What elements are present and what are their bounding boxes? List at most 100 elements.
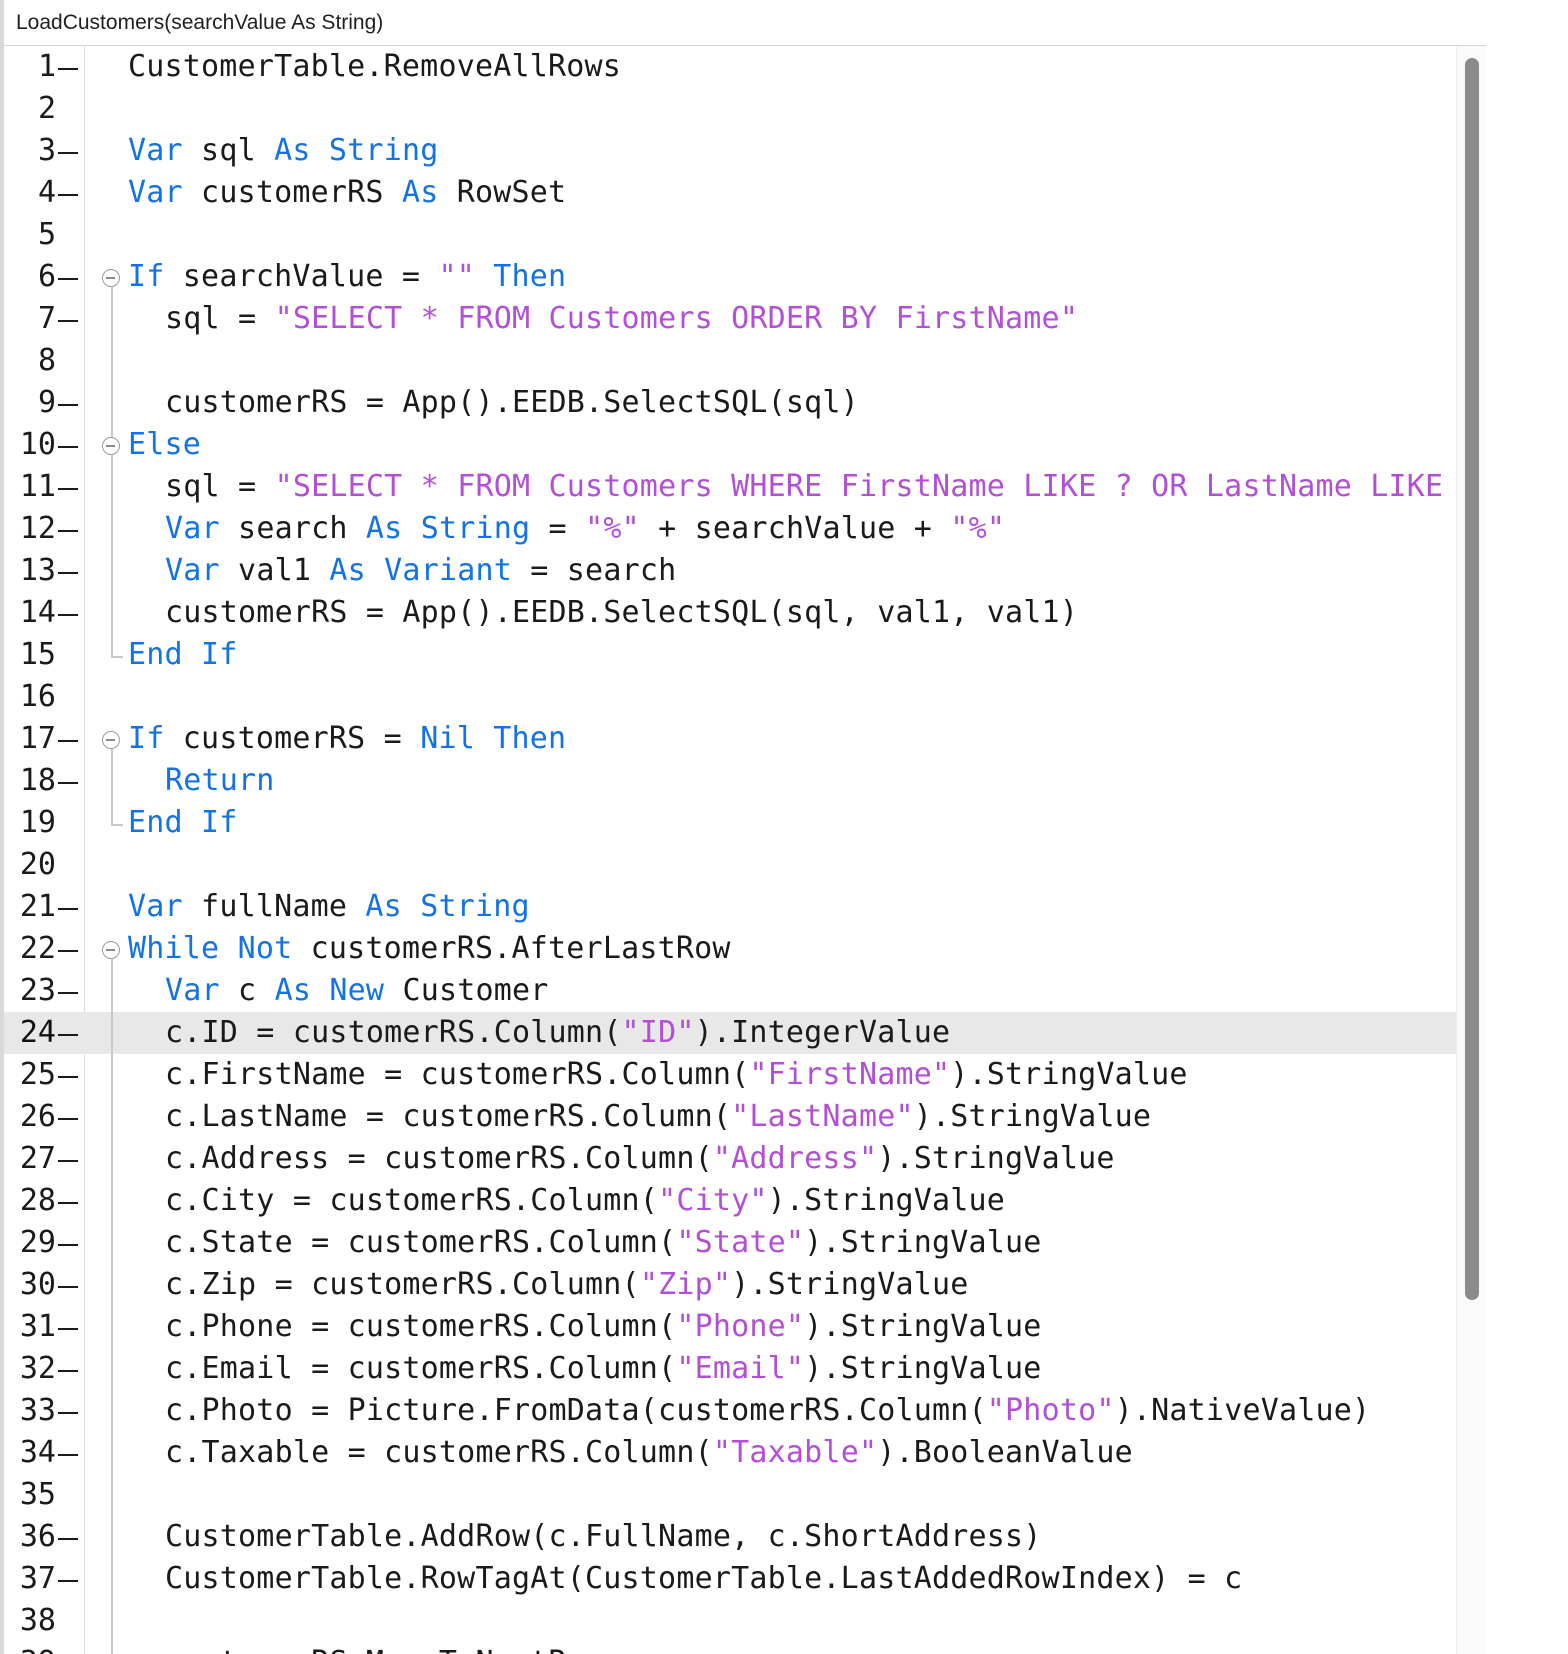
code-text[interactable]: c.LastName = customerRS.Column("LastName… [165, 1097, 1151, 1137]
code-text[interactable]: customerRS = App().EEDB.SelectSQL(sql) [165, 383, 859, 423]
line-number[interactable]: 18 [4, 763, 56, 799]
code-line[interactable]: 2 [4, 88, 1544, 130]
code-line[interactable]: 8 [4, 340, 1544, 382]
line-marker-icon[interactable] [58, 908, 78, 910]
code-line[interactable]: 26 c.LastName = customerRS.Column("LastNa… [4, 1096, 1544, 1138]
code-text[interactable]: Var fullName As String [128, 887, 530, 927]
line-number[interactable]: 16 [4, 679, 56, 715]
collapse-circle-icon[interactable] [102, 941, 120, 959]
line-marker-icon[interactable] [58, 530, 78, 532]
scrollbar-thumb[interactable] [1465, 58, 1479, 1300]
line-number[interactable]: 26 [4, 1099, 56, 1135]
code-text[interactable]: c.State = customerRS.Column("State").Str… [165, 1223, 1042, 1263]
code-text[interactable]: Var val1 As Variant = search [165, 551, 676, 591]
line-number[interactable]: 3 [4, 133, 56, 169]
code-text[interactable]: CustomerTable.RowTagAt(CustomerTable.Las… [165, 1559, 1242, 1599]
line-marker-icon[interactable] [58, 194, 78, 196]
code-line[interactable]: 18 Return [4, 760, 1544, 802]
code-line[interactable]: 9 customerRS = App().EEDB.SelectSQL(sql) [4, 382, 1544, 424]
code-text[interactable]: sql = "SELECT * FROM Customers WHERE Fir… [165, 467, 1443, 507]
line-number[interactable]: 11 [4, 469, 56, 505]
code-text[interactable]: CustomerTable.RemoveAllRows [128, 47, 621, 87]
code-text[interactable]: Var search As String = "%" + searchValue… [165, 509, 1005, 549]
collapse-circle-icon[interactable] [102, 269, 120, 287]
code-text[interactable]: While Not customerRS.AfterLastRow [128, 929, 731, 969]
code-text[interactable]: c.FirstName = customerRS.Column("FirstNa… [165, 1055, 1188, 1095]
code-text[interactable]: If customerRS = Nil Then [128, 719, 566, 759]
line-marker-icon[interactable] [58, 1160, 78, 1162]
code-line[interactable]: 39 customerRS.MoveToNextRow [4, 1642, 1544, 1654]
code-line[interactable]: 6 If searchValue = "" Then [4, 256, 1544, 298]
code-line[interactable]: 14 customerRS = App().EEDB.SelectSQL(sql,… [4, 592, 1544, 634]
code-line[interactable]: 36 CustomerTable.AddRow(c.FullName, c.Sho… [4, 1516, 1544, 1558]
collapse-circle-icon[interactable] [102, 437, 120, 455]
line-marker-icon[interactable] [58, 782, 78, 784]
collapse-circle-icon[interactable] [102, 731, 120, 749]
code-text[interactable]: c.Photo = Picture.FromData(customerRS.Co… [165, 1391, 1370, 1431]
line-marker-icon[interactable] [58, 1580, 78, 1582]
code-line[interactable]: 38 [4, 1600, 1544, 1642]
line-number[interactable]: 14 [4, 595, 56, 631]
line-number[interactable]: 22 [4, 931, 56, 967]
line-marker-icon[interactable] [58, 572, 78, 574]
line-number[interactable]: 12 [4, 511, 56, 547]
line-number[interactable]: 32 [4, 1351, 56, 1387]
code-line[interactable]: 12 Var search As String = "%" + searchVal… [4, 508, 1544, 550]
code-line[interactable]: 33 c.Photo = Picture.FromData(customerRS.… [4, 1390, 1544, 1432]
line-marker-icon[interactable] [58, 1202, 78, 1204]
line-number[interactable]: 7 [4, 301, 56, 337]
code-text[interactable]: Return [165, 761, 275, 801]
code-line[interactable]: 30 c.Zip = customerRS.Column("Zip").Strin… [4, 1264, 1544, 1306]
line-marker-icon[interactable] [58, 1286, 78, 1288]
line-number[interactable]: 37 [4, 1561, 56, 1597]
code-line[interactable]: 19 End If [4, 802, 1544, 844]
code-text[interactable]: c.ID = customerRS.Column("ID").IntegerVa… [165, 1013, 950, 1053]
code-line[interactable]: 10 Else [4, 424, 1544, 466]
line-number[interactable]: 4 [4, 175, 56, 211]
code-text[interactable]: customerRS.MoveToNextRow [165, 1643, 603, 1654]
line-marker-icon[interactable] [58, 614, 78, 616]
line-marker-icon[interactable] [58, 152, 78, 154]
line-number[interactable]: 23 [4, 973, 56, 1009]
code-line[interactable]: 24 c.ID = customerRS.Column("ID").Integer… [4, 1012, 1544, 1054]
code-text[interactable]: Var sql As String [128, 131, 438, 171]
line-marker-icon[interactable] [58, 320, 78, 322]
line-number[interactable]: 31 [4, 1309, 56, 1345]
line-number[interactable]: 24 [4, 1015, 56, 1051]
code-line[interactable]: 29 c.State = customerRS.Column("State").S… [4, 1222, 1544, 1264]
code-line[interactable]: 15 End If [4, 634, 1544, 676]
line-number[interactable]: 20 [4, 847, 56, 883]
line-number[interactable]: 13 [4, 553, 56, 589]
line-number[interactable]: 39 [4, 1645, 56, 1654]
code-text[interactable]: c.Taxable = customerRS.Column("Taxable")… [165, 1433, 1133, 1473]
line-number[interactable]: 6 [4, 259, 56, 295]
line-marker-icon[interactable] [58, 740, 78, 742]
code-text[interactable]: If searchValue = "" Then [128, 257, 566, 297]
code-line[interactable]: 22 While Not customerRS.AfterLastRow [4, 928, 1544, 970]
code-line[interactable]: 5 [4, 214, 1544, 256]
code-text[interactable]: c.City = customerRS.Column("City").Strin… [165, 1181, 1005, 1221]
line-number[interactable]: 8 [4, 343, 56, 379]
code-line[interactable]: 7 sql = "SELECT * FROM Customers ORDER BY… [4, 298, 1544, 340]
code-text[interactable]: Else [128, 425, 201, 465]
line-number[interactable]: 15 [4, 637, 56, 673]
code-text[interactable]: Var customerRS As RowSet [128, 173, 566, 213]
line-marker-icon[interactable] [58, 992, 78, 994]
line-marker-icon[interactable] [58, 1328, 78, 1330]
code-line[interactable]: 32 c.Email = customerRS.Column("Email").S… [4, 1348, 1544, 1390]
line-number[interactable]: 35 [4, 1477, 56, 1513]
code-text[interactable]: sql = "SELECT * FROM Customers ORDER BY … [165, 299, 1078, 339]
line-number[interactable]: 38 [4, 1603, 56, 1639]
code-line[interactable]: 37 CustomerTable.RowTagAt(CustomerTable.L… [4, 1558, 1544, 1600]
code-text[interactable]: customerRS = App().EEDB.SelectSQL(sql, v… [165, 593, 1078, 633]
code-line[interactable]: 34 c.Taxable = customerRS.Column("Taxable… [4, 1432, 1544, 1474]
code-text[interactable]: End If [128, 635, 238, 675]
code-text[interactable]: CustomerTable.AddRow(c.FullName, c.Short… [165, 1517, 1042, 1557]
code-line[interactable]: 35 [4, 1474, 1544, 1516]
line-number[interactable]: 36 [4, 1519, 56, 1555]
code-line[interactable]: 21 Var fullName As String [4, 886, 1544, 928]
line-marker-icon[interactable] [58, 1034, 78, 1036]
code-line[interactable]: 25 c.FirstName = customerRS.Column("First… [4, 1054, 1544, 1096]
code-line[interactable]: 13 Var val1 As Variant = search [4, 550, 1544, 592]
line-marker-icon[interactable] [58, 278, 78, 280]
